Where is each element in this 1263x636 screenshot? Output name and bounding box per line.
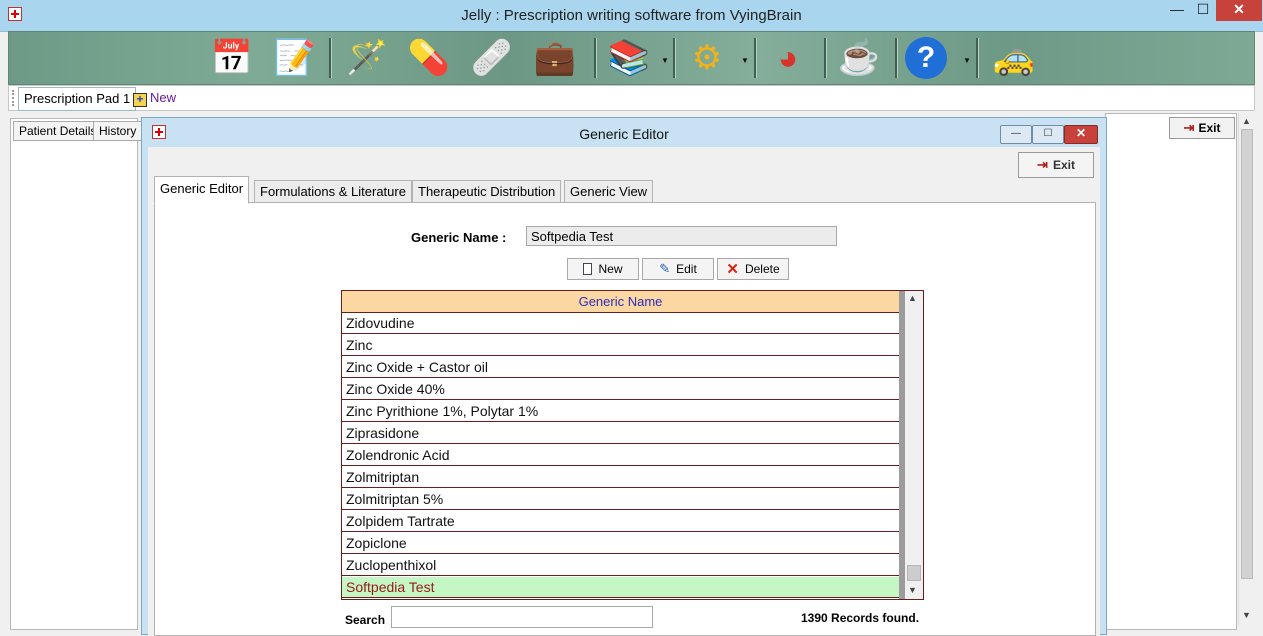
dialog-exit-label: Exit: [1052, 158, 1075, 172]
main-toolbar: 📅 📝 🪄 💊 🩹 💼 📚 ▼ ⚙ ▼ ◕ ☕ ? ▼ 🚕: [8, 31, 1255, 85]
delete-x-icon: ✕: [726, 260, 739, 278]
title-bar: Jelly : Prescription writing software fr…: [0, 0, 1263, 32]
first-aid-icon[interactable]: 🩹: [467, 35, 517, 81]
close-button[interactable]: ✕: [1216, 0, 1262, 21]
grid-scrollbar[interactable]: ▲ ▼: [905, 291, 923, 599]
search-label: Search: [345, 613, 386, 627]
dialog-maximize-button[interactable]: ☐: [1032, 125, 1064, 144]
toolbar-separator: [976, 38, 979, 78]
exit-door-icon: ⇥: [1037, 157, 1048, 172]
new-tab-button[interactable]: + New: [133, 90, 176, 107]
main-exit-button[interactable]: ⇥ Exit: [1169, 117, 1235, 139]
table-row[interactable]: Zinc Oxide + Castor oil: [342, 357, 899, 378]
dialog-close-button[interactable]: ✕: [1064, 125, 1098, 144]
table-row[interactable]: Ziprasidone: [342, 423, 899, 444]
grid-scroll-down-arrow[interactable]: ▼: [908, 585, 917, 595]
patient-panel: Patient Details History: [10, 118, 143, 630]
toolbar-separator: [824, 38, 827, 78]
tab-formulations-literature[interactable]: Formulations & Literature: [254, 180, 412, 203]
taxi-icon[interactable]: 🚕: [989, 35, 1039, 81]
generic-name-field[interactable]: [526, 226, 837, 246]
toolbar-separator: [673, 38, 676, 78]
edit-button-label: Edit: [676, 262, 697, 276]
exit-door-icon: ⇥: [1183, 120, 1195, 135]
table-row[interactable]: Zinc: [342, 335, 899, 356]
books-dropdown-arrow[interactable]: ▼: [661, 56, 669, 65]
appointments-icon[interactable]: 📅: [207, 35, 257, 81]
generic-editor-page: Generic Name : New ✎ Edit ✕ Delete Generic…: [154, 202, 1096, 636]
delete-button[interactable]: ✕ Delete: [717, 258, 789, 280]
grid-scroll-up-arrow[interactable]: ▲: [908, 293, 917, 303]
table-row[interactable]: Zidovudine: [342, 313, 899, 334]
table-row[interactable]: Zolmitriptan 5%: [342, 489, 899, 510]
toolbar-separator: [594, 38, 597, 78]
dialog-exit-button[interactable]: ⇥ Exit: [1018, 152, 1094, 178]
window-title: Jelly : Prescription writing software fr…: [461, 7, 802, 24]
coffee-cup-icon[interactable]: ☕: [834, 35, 884, 81]
maximize-button[interactable]: ☐: [1190, 0, 1216, 21]
notepad-icon[interactable]: 📝: [270, 35, 320, 81]
main-scrollbar[interactable]: ▲ ▼: [1238, 113, 1256, 625]
table-row[interactable]: Zuclopenthixol: [342, 555, 899, 576]
table-row[interactable]: Zinc Oxide 40%: [342, 379, 899, 400]
pie-chart-icon[interactable]: ◕: [763, 35, 813, 81]
plus-icon: +: [133, 93, 147, 107]
medical-bag-icon[interactable]: 💼: [530, 35, 580, 81]
generic-name-grid: Generic Name Zidovudine Zinc Zinc Oxide + …: [341, 290, 924, 600]
dialog-body: ⇥ Exit Generic Editor Formulations & Lite…: [148, 147, 1100, 636]
scroll-up-arrow[interactable]: ▲: [1242, 116, 1251, 126]
right-panel: ⇥ Exit: [1105, 113, 1237, 630]
tab-therapeutic-distribution[interactable]: Therapeutic Distribution: [412, 180, 562, 203]
table-row[interactable]: Zolmitriptan: [342, 467, 899, 488]
table-row[interactable]: Softpedia Test: [342, 577, 899, 598]
toolbar-separator: [754, 38, 757, 78]
delete-button-label: Delete: [744, 262, 780, 276]
generic-name-label: Generic Name :: [411, 230, 507, 245]
dialog-minimize-button[interactable]: —: [1000, 125, 1032, 144]
table-row[interactable]: Zopiclone: [342, 533, 899, 554]
books-icon[interactable]: 📚: [604, 35, 654, 81]
tab-prescription-pad[interactable]: Prescription Pad 1: [18, 87, 137, 111]
document-tab-strip: Prescription Pad 1 + New: [8, 85, 1255, 111]
settings-gear-icon[interactable]: ⚙: [682, 35, 732, 81]
minimize-button[interactable]: —: [1164, 0, 1190, 21]
help-icon[interactable]: ?: [905, 37, 947, 79]
main-exit-label: Exit: [1198, 121, 1221, 135]
edit-button[interactable]: ✎ Edit: [642, 258, 714, 280]
records-count: 1390 Records found.: [801, 611, 920, 625]
tab-history[interactable]: History: [93, 121, 143, 141]
settings-dropdown-arrow[interactable]: ▼: [741, 56, 749, 65]
help-dropdown-arrow[interactable]: ▼: [963, 56, 971, 65]
toolbar-grip: [12, 90, 16, 106]
tab-generic-view[interactable]: Generic View: [564, 180, 654, 203]
table-row[interactable]: Zolpidem Tartrate: [342, 511, 899, 532]
tab-patient-details[interactable]: Patient Details: [13, 121, 103, 141]
new-tab-label: New: [150, 90, 177, 105]
grid-scroll-thumb[interactable]: [907, 565, 921, 581]
tab-generic-editor[interactable]: Generic Editor: [154, 176, 250, 204]
wizard-icon[interactable]: 🪄: [342, 35, 392, 81]
dialog-title: Generic Editor: [579, 126, 669, 142]
search-input[interactable]: [391, 606, 653, 628]
toolbar-separator: [329, 38, 332, 78]
grid-column-header[interactable]: Generic Name: [342, 291, 899, 313]
pills-icon[interactable]: 💊: [404, 35, 454, 81]
new-button[interactable]: New: [567, 258, 639, 280]
edit-pencil-icon: ✎: [659, 261, 671, 276]
scroll-thumb[interactable]: [1241, 129, 1253, 579]
generic-editor-dialog: Generic Editor — ☐ ✕ ⇥ Exit Generic Edito…: [141, 117, 1107, 636]
table-row[interactable]: Zolendronic Acid: [342, 445, 899, 466]
new-document-icon: [583, 263, 593, 275]
toolbar-separator: [895, 38, 898, 78]
scroll-down-arrow[interactable]: ▼: [1242, 610, 1251, 620]
new-button-label: New: [598, 262, 623, 276]
table-row[interactable]: Zinc Pyrithione 1%, Polytar 1%: [342, 401, 899, 422]
